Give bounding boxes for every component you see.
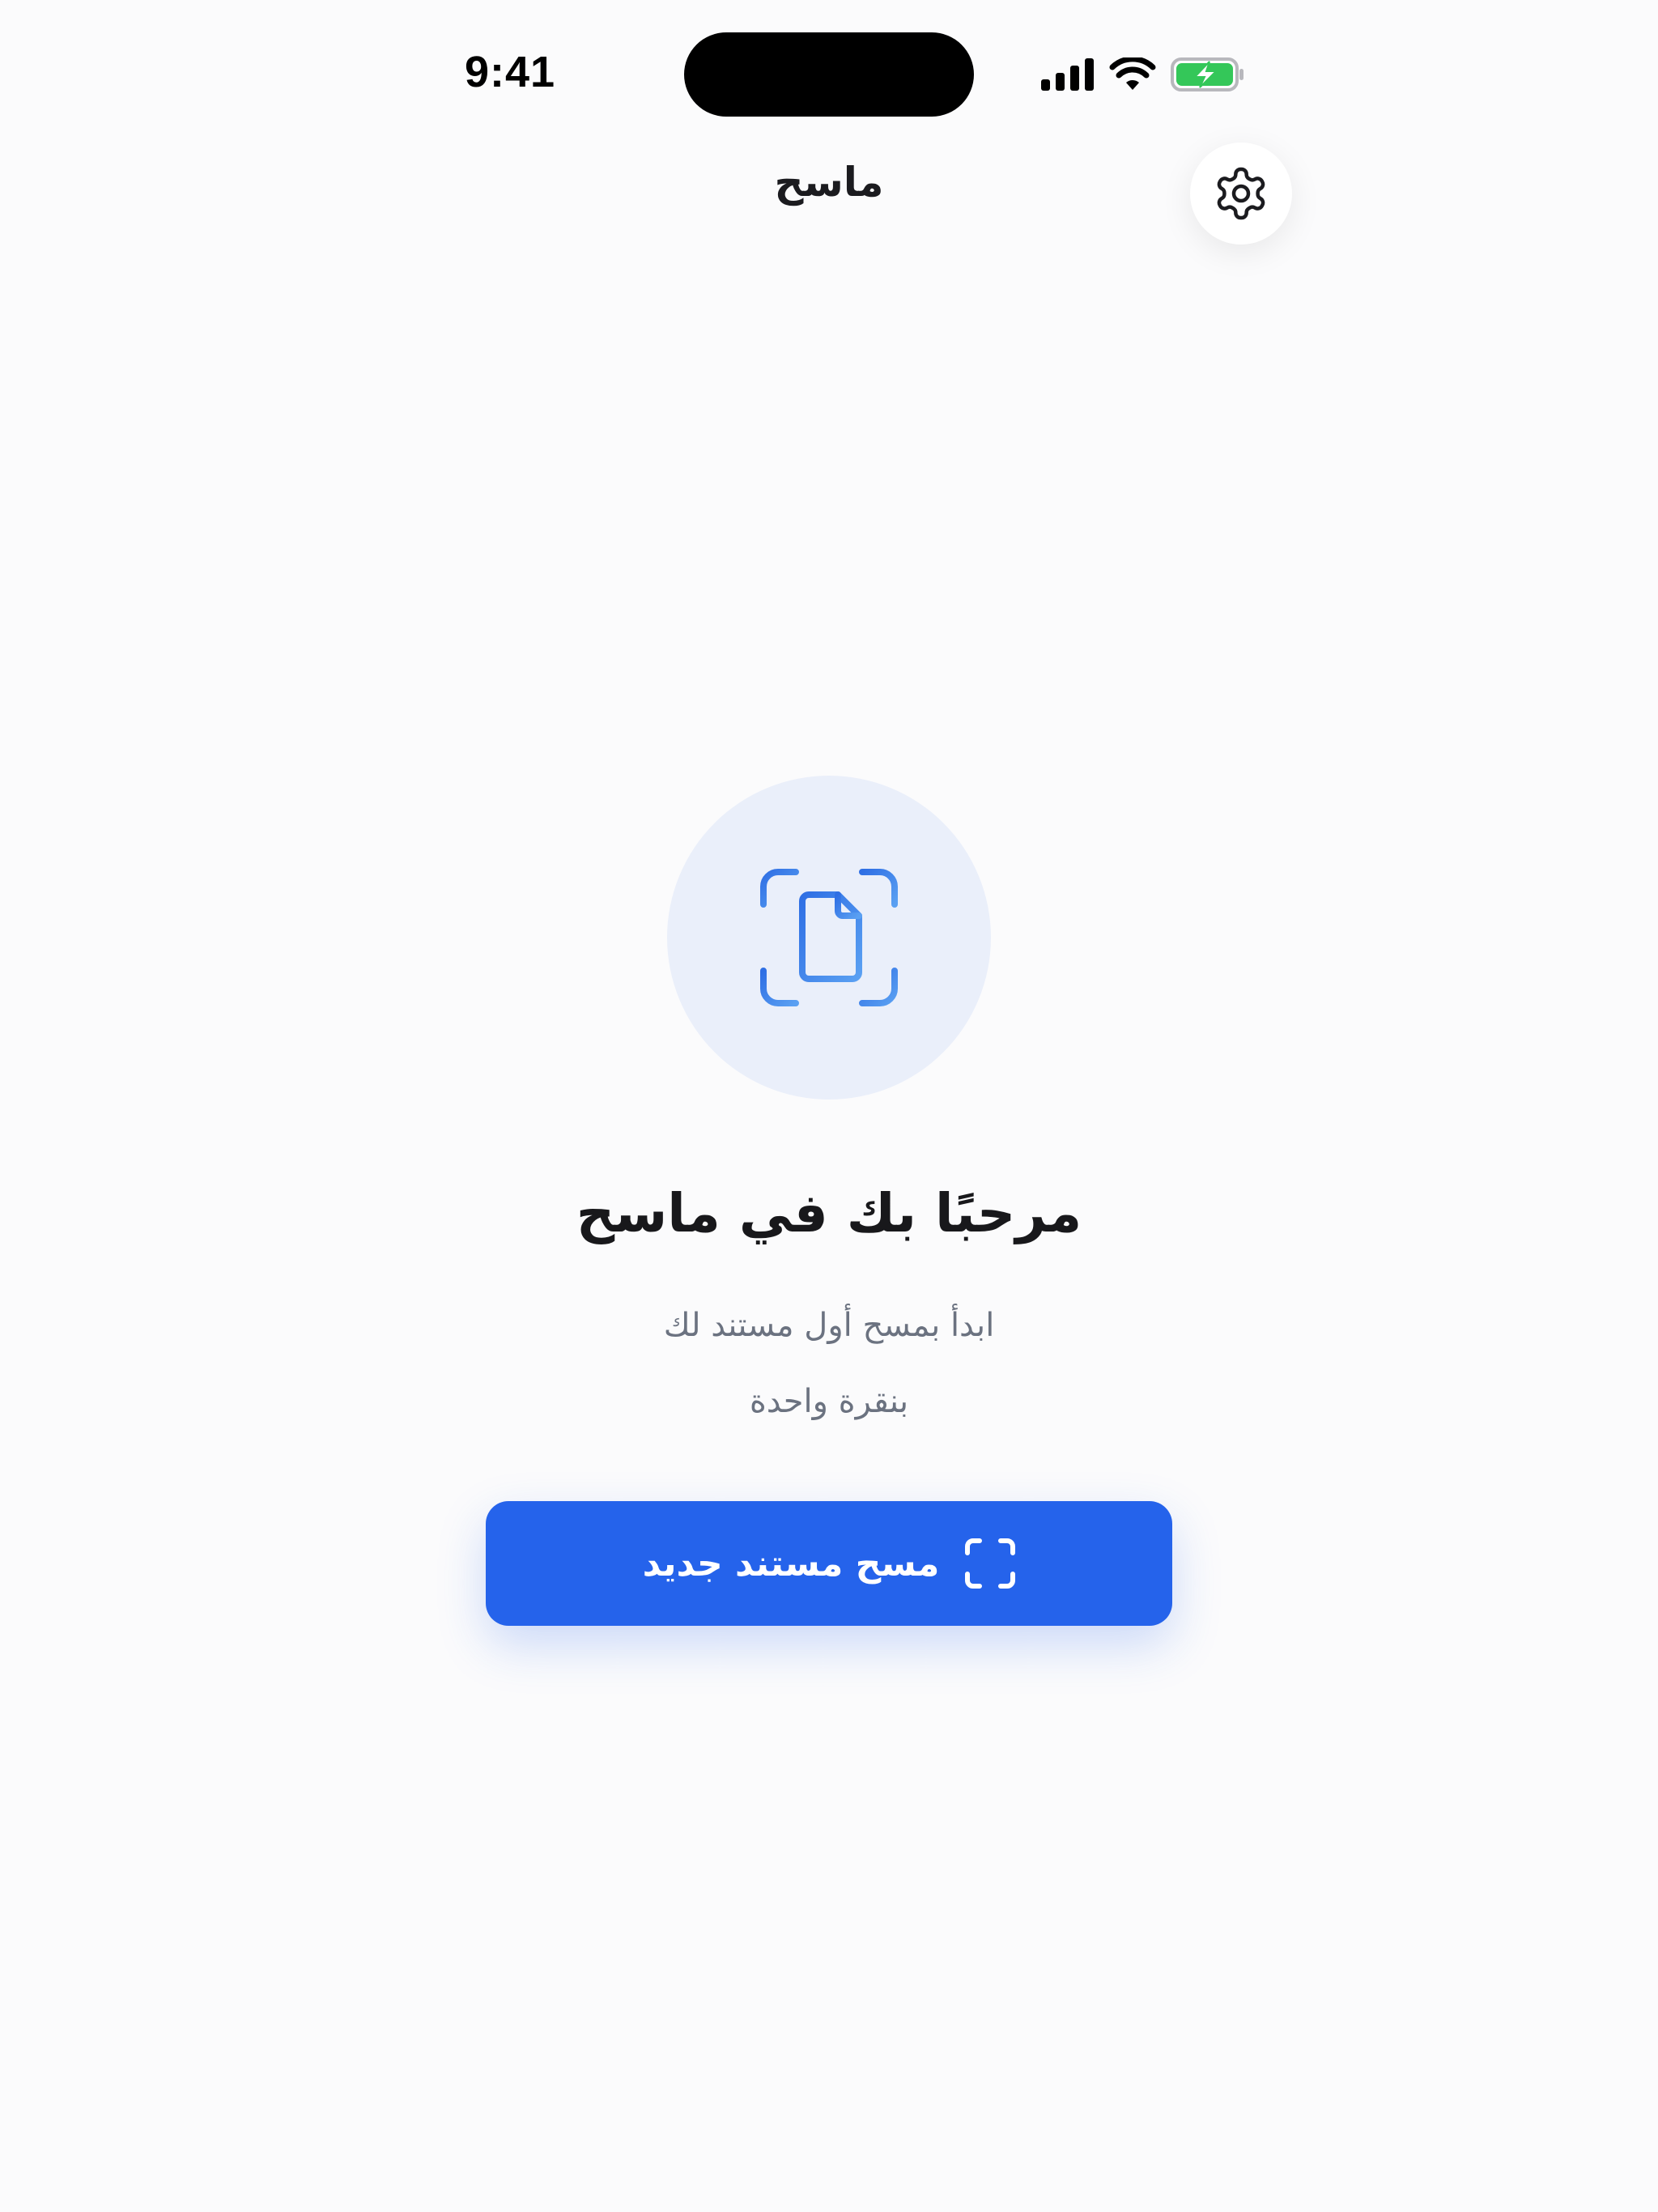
settings-button[interactable] <box>1190 143 1292 245</box>
scan-button-label: مسح مستند جديد <box>642 1542 940 1585</box>
welcome-subtitle-line-1: ابدأ بمسح أول مستند لك <box>663 1307 995 1344</box>
welcome-subtitle-line-2: بنقرة واحدة <box>749 1383 909 1420</box>
scan-new-document-button[interactable]: مسح مستند جديد <box>486 1501 1172 1626</box>
status-time: 9:41 <box>464 48 556 96</box>
dynamic-island <box>684 32 974 117</box>
document-scan-icon <box>760 869 898 1006</box>
scan-frame-icon <box>965 1538 1016 1589</box>
home-screen: 9:41 ماسح مرحبًا بك في ماسح ابدأ بمسح أو… <box>0 0 1658 2212</box>
page-title: ماسح <box>774 159 884 206</box>
welcome-title: مرحبًا بك في ماسح <box>576 1182 1082 1244</box>
gear-icon <box>1217 167 1265 220</box>
cellular-signal-icon <box>1041 58 1094 91</box>
battery-charging-icon <box>1171 57 1244 91</box>
welcome-subtitle: ابدأ بمسح أول مستند لك بنقرة واحدة <box>505 1287 1153 1440</box>
wifi-icon <box>1109 57 1156 90</box>
status-icons <box>1041 57 1245 92</box>
hero-illustration <box>667 776 991 1100</box>
